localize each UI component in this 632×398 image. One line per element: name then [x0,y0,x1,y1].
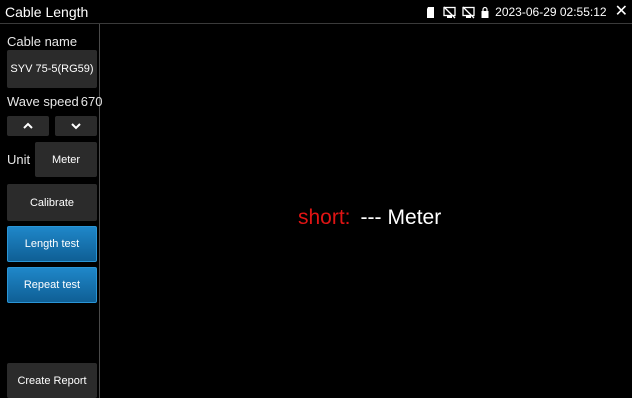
wave-speed-up-button[interactable] [7,116,49,136]
title-bar: Cable Length 2023-06-29 02:55:12 ✕ [0,0,632,24]
calibrate-button[interactable]: Calibrate [7,184,97,221]
cable-length-screen: Cable Length 2023-06-29 02:55:12 ✕ Cable… [0,0,632,398]
window-title: Cable Length [5,4,89,20]
wave-speed-value: 670 [80,94,103,109]
datetime: 2023-06-29 02:55:12 [495,5,607,19]
close-icon[interactable]: ✕ [615,4,628,20]
create-report-button[interactable]: Create Report [7,363,97,398]
status-bar: 2023-06-29 02:55:12 ✕ [424,4,628,20]
repeat-test-button[interactable]: Repeat test [7,267,97,303]
chevron-up-icon [22,121,34,131]
wave-speed-down-button[interactable] [55,116,97,136]
cable-name-button[interactable]: SYV 75-5(RG59) [7,50,97,88]
result-unit: Meter [387,206,442,229]
result-status-label: short: [298,206,351,229]
wave-speed-label: Wave speed [7,94,79,109]
unit-button[interactable]: Meter [35,142,97,177]
unit-label: Unit [7,152,31,167]
result-readout: short: --- Meter [298,205,441,231]
wave-speed-row: Wave speed 670 [7,94,102,110]
lock-icon [481,6,489,19]
chevron-down-icon [70,121,82,131]
sd-card-icon [424,6,437,19]
cable-name-label: Cable name [7,34,78,49]
result-length-value: --- [360,206,382,229]
length-test-button[interactable]: Length test [7,226,97,262]
no-network-icon [443,6,456,19]
no-network-icon [462,6,475,19]
sidebar: Cable name SYV 75-5(RG59) Wave speed 670 … [0,24,102,398]
